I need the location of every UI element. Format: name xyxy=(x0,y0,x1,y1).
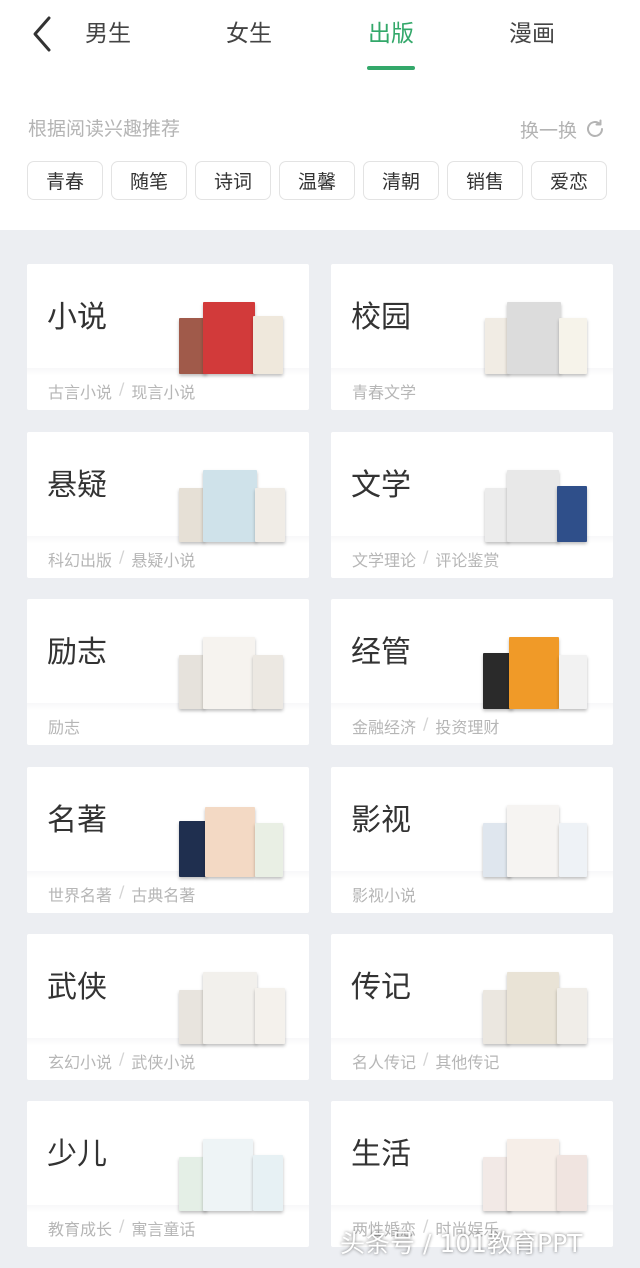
category-title: 经管 xyxy=(351,635,411,670)
category-title: 少儿 xyxy=(47,1137,107,1172)
category-title: 传记 xyxy=(351,970,411,1005)
subcategory-links: 科幻出版 / 悬疑小说 xyxy=(48,547,196,571)
header-panel: 男生 女生 出版 漫画 根据阅读兴趣推荐 换一换 青春 随笔 诗词 温馨 清朝 … xyxy=(0,0,640,230)
subcategory-link[interactable]: 文学理论 xyxy=(352,547,416,571)
subcategory-link[interactable]: 现言小说 xyxy=(131,379,195,403)
subcategory-link[interactable]: 青春文学 xyxy=(352,379,416,403)
category-card-film-tv[interactable]: 影视 影视小说 xyxy=(331,767,613,913)
tab-female[interactable]: 女生 xyxy=(209,14,289,54)
chevron-left-icon xyxy=(33,16,51,52)
book-covers xyxy=(175,294,295,374)
book-covers xyxy=(479,1131,599,1211)
category-card-novel[interactable]: 小说 古言小说 / 现言小说 xyxy=(27,264,309,410)
subcategory-link[interactable]: 古言小说 xyxy=(48,379,112,403)
tab-publish[interactable]: 出版 xyxy=(351,14,431,54)
subcategory-links: 青春文学 xyxy=(352,379,416,403)
subcategory-links: 金融经济 / 投资理财 xyxy=(352,714,500,738)
tag-ailian[interactable]: 爱恋 xyxy=(531,161,607,200)
book-covers xyxy=(479,462,599,542)
subcategory-link[interactable]: 玄幻小说 xyxy=(48,1049,112,1073)
subcategory-links: 世界名著 / 古典名著 xyxy=(48,882,196,906)
subcategory-link[interactable]: 影视小说 xyxy=(352,882,416,906)
category-title: 校园 xyxy=(351,300,411,335)
category-card-business[interactable]: 经管 金融经济 / 投资理财 xyxy=(331,599,613,745)
subcategory-links: 名人传记 / 其他传记 xyxy=(352,1049,500,1073)
back-button[interactable] xyxy=(22,14,62,54)
tag-xiaoshou[interactable]: 销售 xyxy=(447,161,523,200)
category-card-inspiration[interactable]: 励志 励志 xyxy=(27,599,309,745)
tag-qingchun[interactable]: 青春 xyxy=(27,161,103,200)
category-title: 影视 xyxy=(351,803,411,838)
recommend-label: 根据阅读兴趣推荐 xyxy=(28,118,181,140)
interest-tags: 青春 随笔 诗词 温馨 清朝 销售 爱恋 xyxy=(27,161,607,200)
subcategory-link[interactable]: 寓言童话 xyxy=(131,1216,195,1240)
subcategory-link[interactable]: 投资理财 xyxy=(435,714,499,738)
category-title: 名著 xyxy=(47,803,107,838)
book-covers xyxy=(175,797,295,877)
tag-wenxin[interactable]: 温馨 xyxy=(279,161,355,200)
category-card-biography[interactable]: 传记 名人传记 / 其他传记 xyxy=(331,934,613,1080)
subcategory-link[interactable]: 悬疑小说 xyxy=(131,547,195,571)
refresh-button[interactable]: 换一换 xyxy=(520,112,607,146)
watermark-text: 头条号 / 101教育PPT xyxy=(340,1229,583,1258)
book-covers xyxy=(479,294,599,374)
category-card-campus[interactable]: 校园 青春文学 xyxy=(331,264,613,410)
subcategory-link[interactable]: 武侠小说 xyxy=(131,1049,195,1073)
subcategory-link[interactable]: 科幻出版 xyxy=(48,547,112,571)
subcategory-link[interactable]: 古典名著 xyxy=(131,882,195,906)
subcategory-links: 玄幻小说 / 武侠小说 xyxy=(48,1049,196,1073)
refresh-icon xyxy=(587,119,604,137)
category-title: 悬疑 xyxy=(47,468,107,503)
book-covers xyxy=(479,797,599,877)
subcategory-links: 教育成长 / 寓言童话 xyxy=(48,1216,196,1240)
book-covers xyxy=(175,1131,295,1211)
category-card-mystery[interactable]: 悬疑 科幻出版 / 悬疑小说 xyxy=(27,432,309,578)
subcategory-link[interactable]: 名人传记 xyxy=(352,1049,416,1073)
subcategory-link[interactable]: 励志 xyxy=(48,714,80,738)
subcategory-links: 励志 xyxy=(48,714,80,738)
category-title: 小说 xyxy=(47,300,107,335)
subcategory-link[interactable]: 教育成长 xyxy=(48,1216,112,1240)
tag-shici[interactable]: 诗词 xyxy=(195,161,271,200)
category-title: 武侠 xyxy=(47,970,107,1005)
book-covers xyxy=(175,629,295,709)
category-card-children[interactable]: 少儿 教育成长 / 寓言童话 xyxy=(27,1101,309,1247)
book-covers xyxy=(479,964,599,1044)
category-card-literature[interactable]: 文学 文学理论 / 评论鉴赏 xyxy=(331,432,613,578)
active-tab-indicator xyxy=(367,66,415,70)
subcategory-link[interactable]: 金融经济 xyxy=(352,714,416,738)
subcategory-links: 文学理论 / 评论鉴赏 xyxy=(352,547,500,571)
book-covers xyxy=(175,964,295,1044)
tag-suibi[interactable]: 随笔 xyxy=(111,161,187,200)
category-title: 文学 xyxy=(351,468,411,503)
subcategory-links: 古言小说 / 现言小说 xyxy=(48,379,196,403)
category-card-martial-arts[interactable]: 武侠 玄幻小说 / 武侠小说 xyxy=(27,934,309,1080)
tag-qingchao[interactable]: 清朝 xyxy=(363,161,439,200)
category-title: 励志 xyxy=(47,635,107,670)
category-title: 生活 xyxy=(351,1137,411,1172)
subcategory-links: 影视小说 xyxy=(352,882,416,906)
tab-male[interactable]: 男生 xyxy=(68,14,148,54)
refresh-label: 换一换 xyxy=(520,119,578,142)
tab-comics[interactable]: 漫画 xyxy=(492,14,572,54)
subcategory-link[interactable]: 评论鉴赏 xyxy=(435,547,499,571)
subcategory-link[interactable]: 世界名著 xyxy=(48,882,112,906)
book-covers xyxy=(479,629,599,709)
book-covers xyxy=(175,462,295,542)
subcategory-link[interactable]: 其他传记 xyxy=(435,1049,499,1073)
category-card-classics[interactable]: 名著 世界名著 / 古典名著 xyxy=(27,767,309,913)
